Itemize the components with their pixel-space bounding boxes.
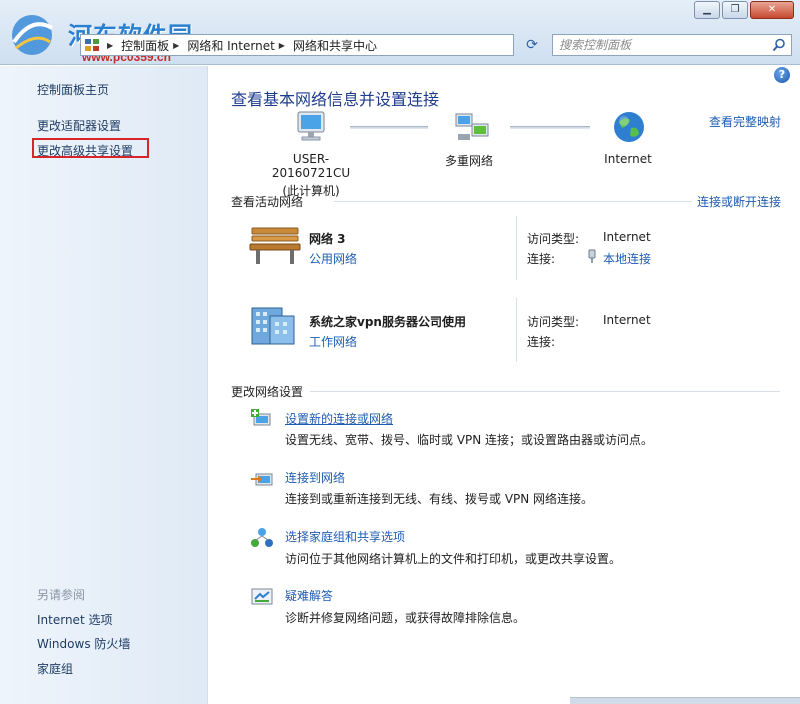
access-type-label: 访问类型: bbox=[527, 315, 580, 329]
connection-line bbox=[510, 126, 590, 129]
breadcrumb-chevron-icon[interactable]: ▶ bbox=[107, 41, 113, 50]
sidebar-item-windows-firewall[interactable]: Windows 防火墙 bbox=[37, 635, 130, 652]
sidebar-item-homegroup[interactable]: 家庭组 bbox=[37, 660, 73, 677]
search-input[interactable]: 搜索控制面板 bbox=[552, 34, 792, 56]
connect-disconnect-link[interactable]: 连接或断开连接 bbox=[697, 193, 781, 210]
highlight-box bbox=[32, 138, 149, 158]
new-connection-icon bbox=[251, 409, 271, 426]
task-description: 访问位于其他网络计算机上的文件和打印机，或更改共享设置。 bbox=[285, 552, 622, 566]
troubleshoot-icon bbox=[251, 588, 273, 605]
network-type-link[interactable]: 公用网络 bbox=[309, 250, 357, 267]
network-type-link[interactable]: 工作网络 bbox=[309, 333, 357, 350]
maximize-button[interactable]: ❐ bbox=[722, 1, 748, 19]
change-settings-label: 更改网络设置 bbox=[231, 385, 304, 399]
connect-to-network-icon bbox=[251, 473, 273, 486]
sidebar-item-control-panel-home[interactable]: 控制面板主页 bbox=[37, 81, 109, 98]
homegroup-sharing-icon bbox=[251, 528, 273, 547]
node-internet: Internet bbox=[598, 152, 658, 166]
active-networks-label: 查看活动网络 bbox=[231, 195, 304, 209]
access-type-value: Internet bbox=[603, 230, 651, 244]
window-controls: ▁ ❐ ✕ bbox=[694, 1, 794, 19]
close-button[interactable]: ✕ bbox=[750, 1, 794, 19]
multiple-networks-icon bbox=[455, 113, 489, 140]
column-divider bbox=[516, 216, 517, 280]
task-description: 连接到或重新连接到无线、有线、拨号或 VPN 网络连接。 bbox=[285, 492, 594, 506]
connect-to-network-link[interactable]: 连接到网络 bbox=[285, 469, 345, 486]
computer-icon bbox=[297, 111, 325, 141]
refresh-icon[interactable]: ⟳ bbox=[520, 34, 544, 56]
homegroup-sharing-link[interactable]: 选择家庭组和共享选项 bbox=[285, 528, 405, 545]
troubleshoot-link[interactable]: 疑难解答 bbox=[285, 587, 333, 604]
ethernet-plug-icon bbox=[588, 249, 596, 263]
node-this-computer: USER-20160721CU (此计算机) bbox=[256, 152, 366, 199]
access-type-label: 访问类型: bbox=[527, 232, 580, 246]
breadcrumb-network-internet[interactable]: 网络和 Internet bbox=[187, 37, 274, 54]
window-chrome: 河东软件园 www.pc0359.cn ▁ ❐ ✕ ▶ 控制面板 ▶ 网络和 I… bbox=[0, 0, 800, 65]
help-icon[interactable]: ? bbox=[774, 67, 790, 83]
connection-label: 连接: bbox=[527, 252, 556, 266]
search-icon[interactable] bbox=[772, 38, 786, 52]
breadcrumb-control-panel[interactable]: 控制面板 bbox=[121, 37, 169, 54]
section-divider bbox=[310, 391, 780, 392]
connection-label: 连接: bbox=[527, 335, 556, 349]
setup-new-connection-link[interactable]: 设置新的连接或网络 bbox=[285, 410, 393, 427]
breadcrumb-network-sharing-center[interactable]: 网络和共享中心 bbox=[293, 37, 377, 54]
breadcrumb-chevron-icon[interactable]: ▶ bbox=[279, 41, 285, 50]
sidebar-item-change-adapter-settings[interactable]: 更改适配器设置 bbox=[37, 117, 121, 134]
full-map-link[interactable]: 查看完整映射 bbox=[709, 113, 781, 130]
task-description: 设置无线、宽带、拨号、临时或 VPN 连接；或设置路由器或访问点。 bbox=[285, 433, 654, 447]
node-name: USER-20160721CU bbox=[271, 152, 351, 180]
local-connection-link[interactable]: 本地连接 bbox=[603, 250, 651, 267]
left-pane: 控制面板主页 更改适配器设置 更改高级共享设置 另请参阅 Internet 选项… bbox=[0, 66, 208, 704]
network-name: 系统之家vpn服务器公司使用 bbox=[309, 315, 466, 329]
node-name: 多重网络 bbox=[444, 154, 493, 168]
address-bar[interactable]: ▶ 控制面板 ▶ 网络和 Internet ▶ 网络和共享中心 bbox=[80, 34, 514, 56]
building-work-network-icon bbox=[251, 307, 295, 345]
control-panel-icon bbox=[85, 39, 101, 51]
sidebar-item-internet-options[interactable]: Internet 选项 bbox=[37, 611, 112, 628]
internet-globe-icon bbox=[614, 112, 644, 142]
bottom-scrollbar[interactable] bbox=[570, 697, 800, 704]
network-name: 网络 3 bbox=[309, 232, 346, 246]
bench-public-network-icon bbox=[249, 227, 301, 264]
access-type-value: Internet bbox=[603, 313, 651, 327]
section-divider bbox=[334, 201, 692, 202]
watermark-logo-icon bbox=[12, 15, 54, 55]
minimize-button[interactable]: ▁ bbox=[694, 1, 720, 19]
page-title: 查看基本网络信息并设置连接 bbox=[231, 90, 440, 109]
breadcrumb-chevron-icon[interactable]: ▶ bbox=[173, 41, 179, 50]
node-name: Internet bbox=[604, 152, 652, 166]
column-divider bbox=[516, 298, 517, 362]
node-multiple-networks: 多重网络 bbox=[434, 152, 504, 169]
connection-line bbox=[350, 126, 428, 129]
task-description: 诊断并修复网络问题，或获得故障排除信息。 bbox=[285, 611, 526, 625]
see-also-label: 另请参阅 bbox=[37, 588, 86, 602]
